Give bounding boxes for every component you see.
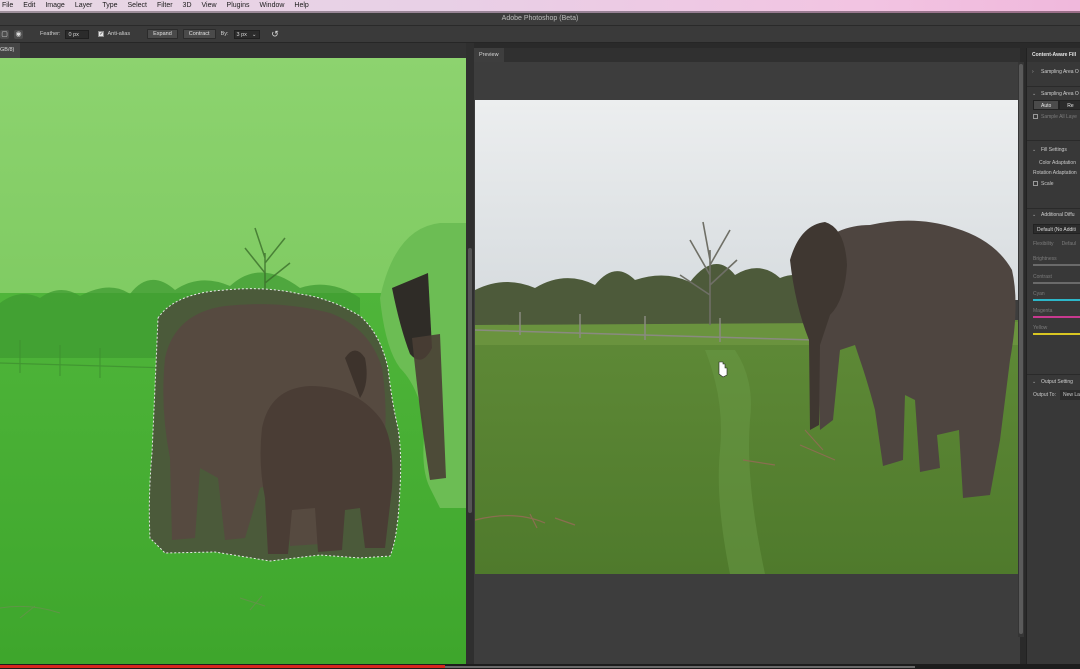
sampling-options-header[interactable]: ⌄ Sampling Area O — [1027, 88, 1080, 99]
section-fill-settings: ⌄ Fill Settings Color Adaptation Rotation… — [1027, 144, 1080, 189]
sample-all-layers-checkbox[interactable]: Sample All Laye — [1027, 112, 1080, 122]
additional-diffusion-label: Additional Diffu — [1041, 211, 1075, 218]
preview-tab-row: Preview — [474, 48, 1020, 62]
scale-label: Scale — [1041, 181, 1054, 187]
menu-layer[interactable]: Layer — [70, 0, 98, 11]
chevron-right-icon: › — [1032, 68, 1034, 75]
add-selection-icon[interactable]: ◉ — [14, 29, 23, 39]
divider — [1027, 374, 1080, 375]
by-input[interactable]: 3 px ⌄ — [233, 29, 260, 39]
contrast-label: Contrast — [1033, 274, 1052, 280]
output-settings-header[interactable]: ⌄ Output Setting — [1027, 376, 1080, 387]
menu-image[interactable]: Image — [40, 0, 69, 11]
sampling-options-label: Sampling Area O — [1041, 90, 1079, 97]
photoshop-window: File Edit Image Layer Type Select Filter… — [0, 0, 1080, 669]
yellow-slider[interactable] — [1033, 333, 1080, 335]
scale-checkbox[interactable]: Scale — [1027, 179, 1080, 189]
menu-view[interactable]: View — [197, 0, 222, 11]
brightness-label: Brightness — [1033, 256, 1057, 262]
output-to-label: Output To: — [1033, 392, 1056, 398]
menu-type[interactable]: Type — [97, 0, 122, 11]
menu-edit[interactable]: Edit — [18, 0, 40, 11]
content-aware-fill-panel: Content-Aware Fill › Sampling Area O ⌄ Sam… — [1026, 48, 1080, 664]
output-settings-label: Output Setting — [1041, 378, 1073, 385]
color-adaptation-select[interactable]: Color Adaptation — [1027, 158, 1080, 168]
tab-preview[interactable]: Preview — [474, 48, 504, 62]
checkbox-icon — [1033, 181, 1038, 187]
expand-button[interactable]: Expand — [147, 29, 178, 39]
options-bar: ▢ ◉ Feather: 0 px ✓ Anti-alias Expand Co… — [0, 26, 1080, 43]
sampling-overlay-canvas[interactable] — [0, 58, 466, 664]
flexibility-row: Flexibility Defaul — [1027, 239, 1080, 249]
contrast-slider[interactable] — [1033, 282, 1080, 284]
section-sampling-options: ⌄ Sampling Area O Auto Re Sample All Laye — [1027, 88, 1080, 122]
section-output-settings: ⌄ Output Setting Output To: New Lay — [1027, 376, 1080, 400]
window-title: Adobe Photoshop (Beta) — [501, 14, 579, 22]
mac-menu-bar: File Edit Image Layer Type Select Filter… — [0, 0, 1080, 11]
panel-title: Content-Aware Fill — [1027, 48, 1080, 62]
canvas-scrollbar-thumb[interactable] — [468, 248, 472, 513]
cyan-label: Cyan — [1033, 291, 1045, 297]
menu-filter[interactable]: Filter — [152, 0, 178, 11]
by-label: By: — [220, 31, 229, 37]
title-accent — [0, 11, 1080, 13]
document-tab[interactable]: GB/8) — [0, 43, 20, 58]
default-label: Defaul — [1061, 241, 1077, 247]
yellow-label: Yellow — [1033, 325, 1048, 331]
output-to-select[interactable]: New Lay — [1059, 390, 1080, 400]
sample-all-layers-label: Sample All Laye — [1041, 114, 1077, 120]
divider — [1027, 140, 1080, 141]
canvas-scrollbar[interactable] — [466, 43, 474, 669]
preview-scrollbar-thumb[interactable] — [1019, 64, 1023, 634]
checkbox-icon — [1033, 114, 1038, 120]
feather-label: Feather: — [40, 31, 61, 37]
magenta-slider[interactable] — [1033, 316, 1080, 318]
cyan-slider[interactable] — [1033, 299, 1080, 301]
diffusion-dropdown[interactable]: Default (No Additi — [1033, 224, 1080, 234]
menu-window[interactable]: Window — [255, 0, 290, 11]
menu-3d[interactable]: 3D — [178, 0, 197, 11]
document-tab-row — [20, 43, 472, 58]
progress-buffered — [445, 666, 915, 668]
brightness-slider[interactable] — [1033, 264, 1080, 266]
menu-plugins[interactable]: Plugins — [222, 0, 255, 11]
title-bar: Adobe Photoshop (Beta) — [0, 11, 1080, 26]
by-value: 3 px — [236, 31, 247, 38]
chevron-down-icon: ⌄ — [1032, 146, 1037, 153]
chevron-down-icon: ⌄ — [1032, 211, 1037, 218]
progress-played — [0, 665, 445, 668]
rectangular-button[interactable]: Re — [1059, 100, 1080, 110]
flexibility-label: Flexibility — [1033, 241, 1054, 247]
divider — [1027, 86, 1080, 87]
preview-scene — [475, 100, 1018, 574]
chevron-down-icon: ⌄ — [1032, 378, 1037, 385]
preview-image[interactable] — [475, 100, 1018, 574]
magenta-label: Magenta — [1033, 308, 1053, 314]
antialias-label: Anti-alias — [107, 31, 131, 37]
contract-button[interactable]: Contract — [182, 29, 216, 39]
preview-scrollbar[interactable] — [1018, 62, 1024, 637]
video-progress-bar[interactable] — [0, 664, 1080, 669]
fill-settings-header[interactable]: ⌄ Fill Settings — [1027, 144, 1080, 155]
feather-input[interactable]: 0 px — [65, 29, 90, 39]
new-selection-icon[interactable]: ▢ — [0, 29, 9, 39]
menu-help[interactable]: Help — [289, 0, 313, 11]
chevron-down-icon: ⌄ — [251, 31, 257, 38]
fill-settings-label: Fill Settings — [1041, 146, 1067, 153]
rotation-adaptation-select[interactable]: Rotation Adaptation — [1027, 168, 1080, 178]
menu-file[interactable]: File — [0, 0, 18, 11]
overlay-scene — [0, 58, 466, 664]
sampling-mode-segmented: Auto Re — [1033, 100, 1080, 110]
chevron-down-icon: ⌄ — [1032, 90, 1037, 97]
additional-diffusion-header[interactable]: ⌄ Additional Diffu — [1027, 209, 1080, 220]
antialias-checkbox[interactable]: ✓ Anti-alias — [98, 31, 130, 37]
section-sampling-overlay[interactable]: › Sampling Area O — [1027, 66, 1080, 77]
menu-select[interactable]: Select — [123, 0, 152, 11]
section-additional-diffusion: ⌄ Additional Diffu Default (No Additi Fle… — [1027, 209, 1080, 335]
reset-icon[interactable]: ↺ — [271, 29, 280, 39]
sampling-overlay-label: Sampling Area O — [1041, 68, 1079, 75]
auto-button[interactable]: Auto — [1033, 100, 1060, 110]
output-to-row: Output To: New Lay — [1027, 390, 1080, 400]
checkmark-icon: ✓ — [98, 31, 105, 37]
